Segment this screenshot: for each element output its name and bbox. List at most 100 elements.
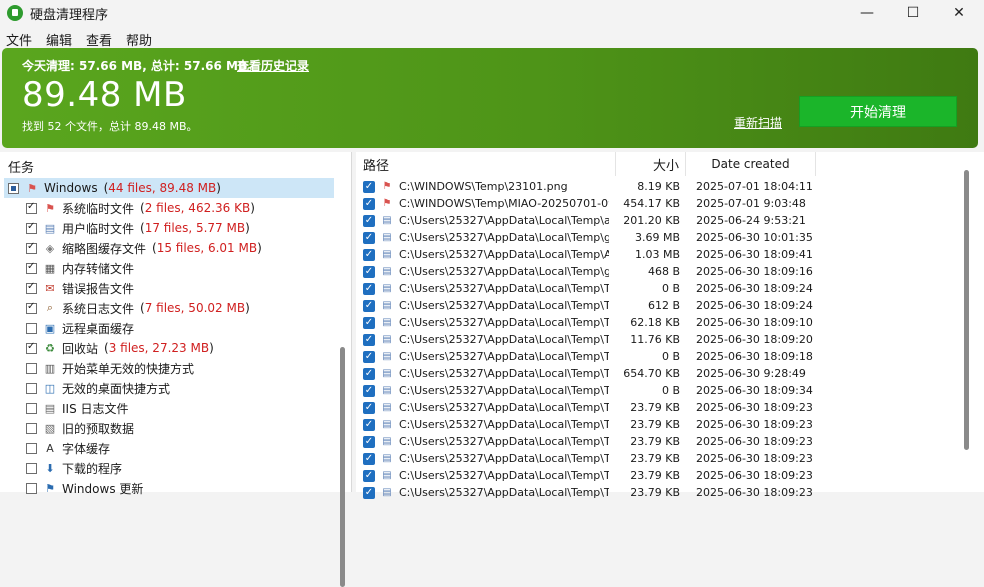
file-checkbox[interactable]: ✓: [363, 418, 375, 431]
file-checkbox[interactable]: ✓: [363, 316, 375, 329]
file-row[interactable]: ✓ ▤ C:\Users\25327\AppData\Local\Temp\Te..…: [356, 382, 956, 399]
file-path: C:\Users\25327\AppData\Local\Temp\Te...: [399, 452, 609, 465]
tree-item[interactable]: ✉ 错误报告文件: [26, 278, 134, 298]
file-checkbox[interactable]: ✓: [363, 197, 375, 210]
menu-view[interactable]: 查看: [80, 28, 118, 49]
file-checkbox[interactable]: ✓: [363, 486, 375, 499]
file-row[interactable]: ✓ ▤ C:\Users\25327\AppData\Local\Temp\An..…: [356, 246, 956, 263]
file-checkbox[interactable]: ✓: [363, 452, 375, 465]
file-row[interactable]: ✓ ▤ C:\Users\25327\AppData\Local\Temp\Te..…: [356, 365, 956, 382]
file-checkbox[interactable]: ✓: [363, 367, 375, 380]
right-scrollbar[interactable]: [964, 170, 969, 450]
file-path: C:\Users\25327\AppData\Local\Temp\Te...: [399, 486, 609, 499]
file-checkbox[interactable]: ✓: [363, 299, 375, 312]
file-checkbox[interactable]: ✓: [363, 401, 375, 414]
file-row[interactable]: ✓ ▤ C:\Users\25327\AppData\Local\Temp\ge..…: [356, 229, 956, 246]
root-count: 44 files, 89.48 MB: [108, 181, 217, 195]
file-row[interactable]: ✓ ▤ C:\Users\25327\AppData\Local\Temp\Te..…: [356, 331, 956, 348]
tree-item[interactable]: A 字体缓存: [26, 438, 110, 458]
tree-item-checkbox[interactable]: [26, 221, 37, 234]
file-size: 23.79 KB: [630, 401, 680, 414]
tree-item-checkbox[interactable]: [26, 201, 37, 214]
tree-item-checkbox[interactable]: [26, 402, 37, 414]
file-row[interactable]: ✓ ⚑ C:\WINDOWS\Temp\23101.png 8.19 KB 2025-0…: [356, 178, 956, 195]
tree-item-checkbox[interactable]: [26, 462, 37, 474]
file-checkbox[interactable]: ✓: [363, 282, 375, 295]
tree-item[interactable]: ▦ 内存转储文件: [26, 258, 134, 278]
file-row[interactable]: ✓ ▤ C:\Users\25327\AppData\Local\Temp\Te..…: [356, 484, 956, 501]
file-checkbox[interactable]: ✓: [363, 248, 375, 261]
menu-bar: 文件 编辑 查看 帮助: [0, 28, 160, 49]
file-checkbox[interactable]: ✓: [363, 350, 375, 363]
tree-item[interactable]: ◫ 无效的桌面快捷方式: [26, 378, 170, 398]
file-checkbox[interactable]: ✓: [363, 214, 375, 227]
column-size[interactable]: 大小: [616, 152, 686, 176]
temp-file-icon: ▤: [382, 470, 392, 481]
tree-item-checkbox[interactable]: [26, 382, 37, 394]
file-row[interactable]: ✓ ▤ C:\Users\25327\AppData\Local\Temp\Te..…: [356, 297, 956, 314]
file-row[interactable]: ✓ ▤ C:\Users\25327\AppData\Local\Temp\Te..…: [356, 416, 956, 433]
file-size: 0 B: [661, 350, 680, 363]
file-size: 62.18 KB: [630, 316, 680, 329]
tree-item[interactable]: ▧ 旧的预取数据: [26, 418, 134, 438]
file-checkbox[interactable]: ✓: [363, 435, 375, 448]
left-scrollbar[interactable]: [340, 347, 345, 587]
maximize-button[interactable]: ☐: [890, 0, 936, 26]
file-row[interactable]: ✓ ▤ C:\Users\25327\AppData\Local\Temp\Te..…: [356, 314, 956, 331]
tree-item-checkbox[interactable]: [26, 341, 37, 354]
tree-item[interactable]: ⚑ Windows 更新: [26, 478, 143, 498]
tree-item-checkbox[interactable]: [26, 362, 37, 374]
tree-item[interactable]: ⌕系统日志文件(7 files, 50.02 MB): [26, 298, 250, 318]
rescan-link[interactable]: 重新扫描: [734, 114, 782, 131]
tree-item-checkbox[interactable]: [26, 442, 37, 454]
file-checkbox[interactable]: ✓: [363, 384, 375, 397]
file-checkbox[interactable]: ✓: [363, 231, 375, 244]
tree-item-checkbox[interactable]: [26, 301, 37, 314]
file-checkbox[interactable]: ✓: [363, 469, 375, 482]
file-path: C:\WINDOWS\Temp\MIAO-20250701-09...: [399, 197, 609, 210]
file-row[interactable]: ✓ ▤ C:\Users\25327\AppData\Local\Temp\gb..…: [356, 263, 956, 280]
tree-item[interactable]: ◈缩略图缓存文件(15 files, 6.01 MB): [26, 238, 262, 258]
tree-item[interactable]: ♻回收站(3 files, 27.23 MB): [26, 338, 214, 358]
root-checkbox[interactable]: [8, 182, 19, 194]
windows-flag-icon: ⚑: [382, 198, 392, 209]
tree-item[interactable]: ⚑系统临时文件(2 files, 462.36 KB): [26, 198, 255, 218]
tree-item-label: 回收站: [62, 341, 99, 356]
tree-item-checkbox[interactable]: [26, 261, 37, 274]
close-button[interactable]: ✕: [936, 0, 982, 26]
file-row[interactable]: ✓ ▤ C:\Users\25327\AppData\Local\Temp\Te..…: [356, 399, 956, 416]
file-checkbox[interactable]: ✓: [363, 265, 375, 278]
tree-item-label: 内存转储文件: [62, 261, 135, 276]
menu-help[interactable]: 帮助: [120, 28, 158, 49]
tree-item-checkbox[interactable]: [26, 322, 37, 334]
file-row[interactable]: ✓ ▤ C:\Users\25327\AppData\Local\Temp\Te..…: [356, 348, 956, 365]
tree-item[interactable]: ⬇ 下载的程序: [26, 458, 122, 478]
file-checkbox[interactable]: ✓: [363, 333, 375, 346]
menu-file[interactable]: 文件: [0, 28, 38, 49]
minimize-button[interactable]: —: [844, 0, 890, 26]
menu-edit[interactable]: 编辑: [40, 28, 78, 49]
start-clean-button[interactable]: 开始清理: [799, 96, 957, 127]
file-row[interactable]: ✓ ⚑ C:\WINDOWS\Temp\MIAO-20250701-09... 454…: [356, 195, 956, 212]
file-row[interactable]: ✓ ▤ C:\Users\25327\AppData\Local\Temp\Te..…: [356, 280, 956, 297]
file-path: C:\Users\25327\AppData\Local\Temp\Te...: [399, 350, 609, 363]
file-row[interactable]: ✓ ▤ C:\Users\25327\AppData\Local\Temp\Te..…: [356, 467, 956, 484]
file-row[interactable]: ✓ ▤ C:\Users\25327\AppData\Local\Temp\Te..…: [356, 433, 956, 450]
file-checkbox[interactable]: ✓: [363, 180, 375, 193]
tree-item[interactable]: ▤用户临时文件(17 files, 5.77 MB): [26, 218, 250, 238]
tree-item-label: 用户临时文件: [62, 221, 135, 236]
tree-root-windows[interactable]: ⚑ Windows (44 files, 89.48 MB): [4, 178, 334, 198]
tree-item-checkbox[interactable]: [26, 241, 37, 254]
file-row[interactable]: ✓ ▤ C:\Users\25327\AppData\Local\Temp\am..…: [356, 212, 956, 229]
file-list-panel: 路径 大小 Date created ✓ ⚑ C:\WINDOWS\Temp\231…: [356, 152, 984, 499]
column-path[interactable]: 路径: [356, 152, 616, 176]
file-date: 2025-06-30 18:09:23: [696, 418, 813, 431]
tree-item[interactable]: ▥ 开始菜单无效的快捷方式: [26, 358, 194, 378]
tree-item[interactable]: ▣ 远程桌面缓存: [26, 318, 134, 338]
file-row[interactable]: ✓ ▤ C:\Users\25327\AppData\Local\Temp\Te..…: [356, 450, 956, 467]
history-link[interactable]: 查看历史记录: [237, 57, 309, 74]
tree-item-checkbox[interactable]: [26, 281, 37, 294]
column-date[interactable]: Date created: [686, 152, 816, 176]
tree-item[interactable]: ▤ IIS 日志文件: [26, 398, 129, 418]
tree-item-checkbox[interactable]: [26, 422, 37, 434]
